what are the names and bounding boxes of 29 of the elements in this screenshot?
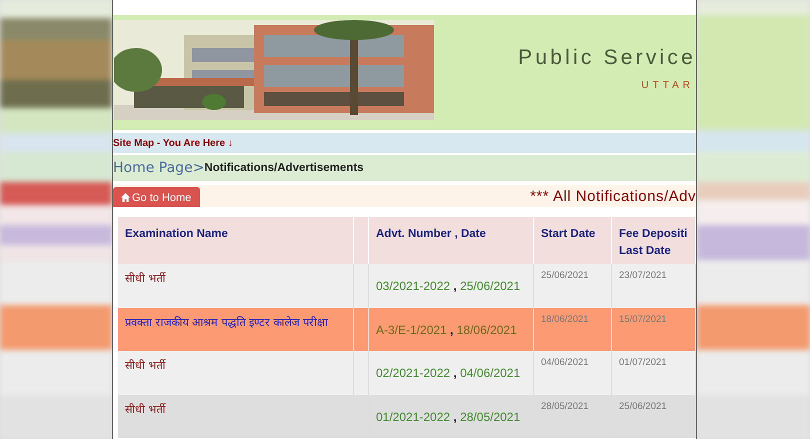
sitemap-label: Site Map - You Are Here ↓	[113, 138, 233, 148]
breadcrumb-current: Notifications/Advertisements	[204, 162, 364, 174]
site-subtitle: UTTAR	[641, 80, 695, 91]
exam-name-link[interactable]: सीधी भर्ती	[118, 394, 354, 438]
table-cell: 18/06/2021	[534, 308, 612, 351]
column-header: Fee Depositi Last Date	[612, 217, 696, 264]
go-to-home-button[interactable]: Go to Home	[113, 187, 200, 207]
column-header: Examination Name	[118, 217, 354, 264]
exam-name-link[interactable]: प्रवक्ता राजकीय आश्रम पद्धति इण्टर कालेज परीक्षा	[118, 308, 354, 351]
table-cell: 23/07/2021	[612, 264, 696, 308]
home-page-link[interactable]: Home Page	[113, 160, 193, 176]
breadcrumb-separator: >	[192, 160, 204, 176]
table-cell: 01/07/2021	[612, 351, 696, 394]
table-cell: 25/06/2021	[534, 264, 612, 308]
table-cell: 03/2021-2022 , 25/06/2021	[369, 264, 534, 308]
column-header: Start Date	[534, 217, 612, 264]
table-cell: 02/2021-2022 , 04/06/2021	[369, 351, 534, 394]
table-cell: 01/2021-2022 , 28/05/2021	[369, 394, 534, 438]
home-icon	[121, 193, 130, 202]
exam-name-link[interactable]: सीधी भर्ती	[118, 264, 354, 308]
table-cell: 15/07/2021	[612, 308, 696, 351]
notice-heading: *** All Notifications/Adv	[530, 188, 696, 207]
table-cell: 25/06/2021	[612, 394, 696, 438]
site-title: Public Service	[518, 46, 696, 70]
table-cell: 04/06/2021	[534, 351, 612, 394]
column-header: Advt. Number , Date	[369, 217, 534, 264]
table-cell: A-3/E-1/2021 , 18/06/2021	[369, 308, 534, 351]
table-cell: 28/05/2021	[534, 394, 612, 438]
exam-name-link[interactable]: सीधी भर्ती	[118, 351, 354, 394]
